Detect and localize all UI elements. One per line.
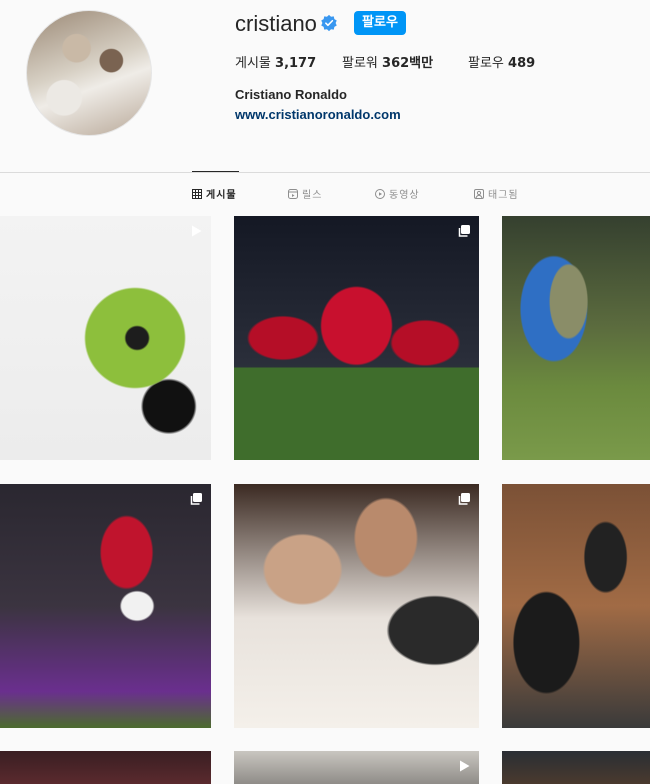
posts-count[interactable]: 게시물 3,177 xyxy=(235,52,316,71)
video-icon xyxy=(375,188,385,199)
carousel-icon xyxy=(458,225,470,237)
tagged-icon xyxy=(474,188,484,199)
profile-username: cristiano xyxy=(235,11,317,36)
tab-videos-label: 동영상 xyxy=(389,190,420,201)
reel-icon xyxy=(192,225,202,237)
followers-count[interactable]: 팔로워 362백만 xyxy=(342,52,433,71)
tab-reels-label: 릴스 xyxy=(302,190,323,201)
carousel-icon xyxy=(190,493,202,505)
post-thumbnail[interactable] xyxy=(234,751,479,784)
profile-website-link[interactable]: www.cristianoronaldo.com xyxy=(235,107,401,122)
follow-button[interactable]: 팔로우 xyxy=(354,11,406,35)
post-thumbnail[interactable] xyxy=(234,484,479,728)
post-thumbnail[interactable] xyxy=(234,216,479,460)
posts-label: 게시물 xyxy=(235,56,271,71)
following-label: 팔로우 xyxy=(468,56,504,71)
reel-icon xyxy=(460,760,470,772)
posts-value: 3,177 xyxy=(275,56,317,71)
tab-posts-label: 게시물 xyxy=(206,190,237,201)
post-thumbnail[interactable] xyxy=(0,216,211,460)
carousel-icon xyxy=(458,493,470,505)
followers-label: 팔로워 xyxy=(342,56,378,71)
post-thumbnail[interactable] xyxy=(502,484,650,728)
grid-icon xyxy=(192,188,202,199)
reels-icon xyxy=(288,188,298,199)
active-tab-indicator xyxy=(192,171,239,172)
post-thumbnail[interactable] xyxy=(0,484,211,728)
tab-tagged-label: 태그됨 xyxy=(488,190,519,201)
followers-value: 362백만 xyxy=(382,56,434,71)
post-thumbnail[interactable] xyxy=(502,216,650,460)
following-value: 489 xyxy=(508,56,536,71)
profile-avatar[interactable] xyxy=(26,10,152,136)
tab-tagged[interactable]: 태그됨 xyxy=(474,186,519,201)
tab-videos[interactable]: 동영상 xyxy=(375,186,420,201)
tabs-divider xyxy=(0,172,650,173)
post-thumbnail[interactable] xyxy=(502,751,650,784)
profile-full-name: Cristiano Ronaldo xyxy=(235,87,347,102)
following-count[interactable]: 팔로우 489 xyxy=(468,52,535,71)
post-thumbnail[interactable] xyxy=(0,751,211,784)
verified-badge-icon xyxy=(321,14,337,32)
tab-reels[interactable]: 릴스 xyxy=(288,186,322,201)
tab-posts[interactable]: 게시물 xyxy=(192,186,237,201)
